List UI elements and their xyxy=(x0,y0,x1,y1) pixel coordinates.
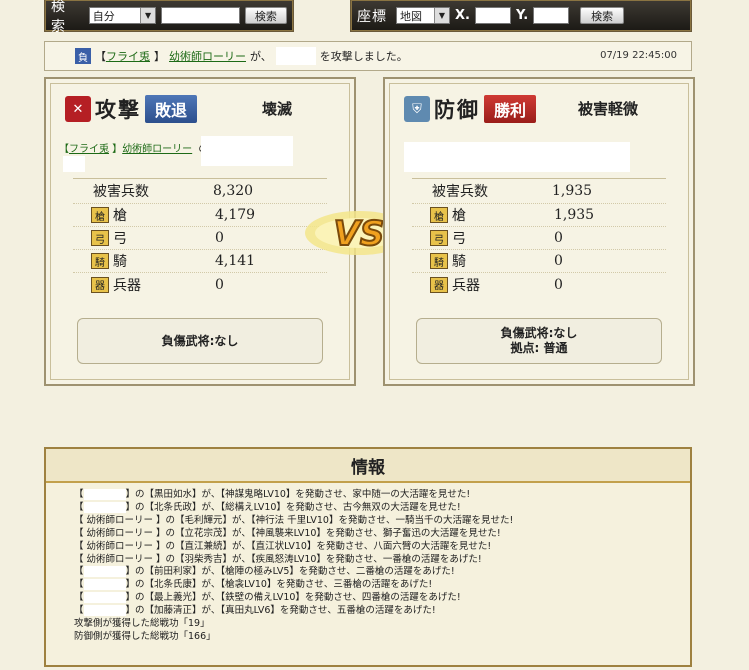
search-button[interactable]: 検索 xyxy=(244,7,287,24)
defense-damage-total: 被害兵数 1,935 xyxy=(412,178,666,204)
y-input[interactable] xyxy=(533,7,570,24)
search-bar: 検索 自分 ▼ 検索 xyxy=(44,0,294,35)
search-target-select[interactable]: 自分 ▼ xyxy=(88,7,157,24)
attack-unit-row: 騎騎 4,141 xyxy=(73,250,327,273)
chevron-down-icon[interactable]: ▼ xyxy=(434,8,449,23)
attack-result-badge: 敗退 xyxy=(145,95,197,123)
alliance-link[interactable]: フライ兎 xyxy=(106,48,150,64)
vs-text: VS xyxy=(334,214,385,254)
horse-icon: 騎 xyxy=(430,253,448,269)
info-line: 【】の【加藤清正】が、【真田丸LV6】を発動させ、五番槍の活躍をあげた! xyxy=(74,605,436,617)
redacted-village xyxy=(201,136,293,166)
info-line: 【】の【北条氏政】が、【総構えLV10】を発動させ、古今無双の大活躍を見せた! xyxy=(74,501,461,513)
defense-status: 被害軽微 xyxy=(578,100,639,118)
outcome-badge: 負 xyxy=(75,48,91,64)
attack-unit-row: 槍槍 4,179 xyxy=(73,204,327,227)
redacted-target xyxy=(275,47,316,65)
defense-result-badge: 勝利 xyxy=(484,95,536,123)
defense-title: 防御 xyxy=(434,97,480,122)
x-label: X. xyxy=(455,8,470,23)
redacted-name xyxy=(83,501,126,513)
info-line: 【】の【前田利家】が、【槍陣の極みLV5】を発動させ、二番槍の活躍をあげた! xyxy=(74,566,455,578)
info-line: 【 幼術師ローリー 】の【立花宗茂】が、【神風襲来LV10】を発動させ、獅子奮迅… xyxy=(74,527,501,539)
coords-search-button[interactable]: 検索 xyxy=(580,7,625,24)
info-line: 【 幼術師ローリー 】の【羽柴秀吉】が、【疾風怒涛LV10】を発動させ、一番槍の… xyxy=(74,553,482,565)
info-line: 【 幼術師ローリー 】の【直江兼続】が、【直江状LV10】を発動させ、八面六臂の… xyxy=(74,540,492,552)
horse-icon: 騎 xyxy=(91,253,109,269)
attack-unit-row: 弓弓0 xyxy=(73,227,327,250)
attack-injured-box: 負傷武将:なし xyxy=(77,318,323,364)
info-title: 情報 xyxy=(46,449,690,483)
redacted-name xyxy=(83,489,126,500)
attack-damage-total: 被害兵数 8,320 xyxy=(73,178,327,204)
search-input[interactable] xyxy=(161,7,240,24)
coords-map-select[interactable]: 地図 ▼ xyxy=(396,7,450,24)
spear-icon: 槍 xyxy=(91,207,109,223)
x-input[interactable] xyxy=(474,7,511,24)
attacker-alliance-link[interactable]: フライ兎 xyxy=(69,144,109,155)
defense-injured-box: 負傷武将:なし 拠点: 普通 xyxy=(416,318,662,364)
y-label: Y. xyxy=(515,8,529,23)
attack-merit-line: 攻撃側が獲得した総戦功「19」 xyxy=(74,618,210,630)
spear-icon: 槍 xyxy=(430,207,448,223)
defense-panel: ⛨ 防御 勝利 被害軽微 被害兵数 1,935 槍槍 1,935 弓弓0 騎騎0 器… xyxy=(383,77,695,386)
battle-report-summary: 負 【 フライ兎 】 幼術師ローリー が、 を攻撃しました。 07/19 22:… xyxy=(44,41,692,71)
report-time: 07/19 22:45:00 xyxy=(600,50,677,61)
info-lines: 【】の【黒田如水】が、【神謀鬼略LV10】を発動させ、家中随一の大活躍を見せた!… xyxy=(46,483,690,644)
info-panel: 情報 【】の【黒田如水】が、【神謀鬼略LV10】を発動させ、家中随一の大活躍を見… xyxy=(44,447,692,667)
defense-unit-row: 槍槍 1,935 xyxy=(412,204,666,227)
defense-merit-line: 防御側が獲得した総戦功「166」 xyxy=(74,630,216,642)
bow-icon: 弓 xyxy=(430,230,448,246)
search-title: 検索 xyxy=(51,0,66,35)
redacted-defender xyxy=(404,142,630,172)
redacted-name xyxy=(83,566,126,578)
attack-icon: ✕ xyxy=(65,96,91,122)
redacted-name xyxy=(83,605,126,617)
attacker-name: 【フライ兎 】幼術師ローリー の xyxy=(51,134,349,178)
defense-unit-row: 騎騎0 xyxy=(412,250,666,273)
info-line: 【】の【最上義光】が、【鉄壁の備えLV10】を発動させ、四番槍の活躍をあげた! xyxy=(74,592,461,604)
chevron-down-icon[interactable]: ▼ xyxy=(140,8,156,23)
defense-unit-row: 弓弓0 xyxy=(412,227,666,250)
defender-name xyxy=(390,134,688,178)
attack-title: 攻撃 xyxy=(95,97,141,122)
weapon-icon: 器 xyxy=(430,276,448,293)
attack-unit-row: 器兵器 0 xyxy=(73,273,327,296)
info-line: 【】の【北条氏康】が、【槍衾LV10】を発動させ、三番槍の活躍をあげた! xyxy=(74,579,433,591)
player-link[interactable]: 幼術師ローリー xyxy=(169,48,246,64)
redacted-name xyxy=(83,579,126,591)
info-line: 【】の【黒田如水】が、【神謀鬼略LV10】を発動させ、家中随一の大活躍を見せた! xyxy=(74,489,471,500)
base-status: 拠点: 普通 xyxy=(510,341,568,355)
redacted-name xyxy=(83,592,126,604)
weapon-icon: 器 xyxy=(91,276,109,293)
bow-icon: 弓 xyxy=(91,230,109,246)
redacted-village-2 xyxy=(63,156,85,172)
info-line: 【 幼術師ローリー 】の【毛利輝元】が、【神行法 千里LV10】を発動させ、一騎… xyxy=(74,514,514,526)
coords-title: 座標 xyxy=(357,8,387,25)
coords-bar: 座標 地図 ▼ X. Y. 検索 xyxy=(350,0,692,32)
defense-icon: ⛨ xyxy=(404,96,430,122)
defense-unit-row: 器兵器 0 xyxy=(412,273,666,296)
attacker-player-link[interactable]: 幼術師ローリー xyxy=(122,144,192,155)
attack-status: 壊滅 xyxy=(262,100,293,118)
